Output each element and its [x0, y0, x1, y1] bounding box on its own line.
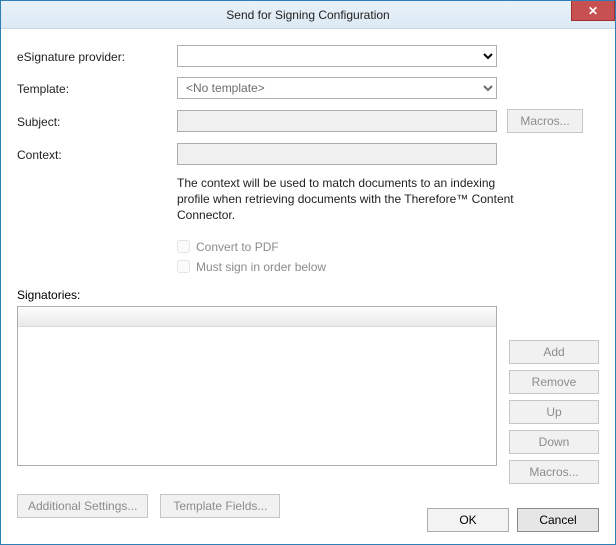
- dialog-content: eSignature provider: Template: <No templ…: [1, 29, 615, 528]
- template-fields-button[interactable]: Template Fields...: [160, 494, 280, 518]
- additional-settings-button[interactable]: Additional Settings...: [17, 494, 148, 518]
- ok-button[interactable]: OK: [427, 508, 509, 532]
- must-sign-order-label: Must sign in order below: [196, 260, 326, 274]
- remove-button[interactable]: Remove: [509, 370, 599, 394]
- signatories-listbox[interactable]: [17, 306, 497, 466]
- must-sign-order-checkbox[interactable]: [177, 260, 190, 273]
- signatories-list-header: [18, 307, 496, 327]
- cancel-button[interactable]: Cancel: [517, 508, 599, 532]
- up-button[interactable]: Up: [509, 400, 599, 424]
- convert-pdf-checkbox[interactable]: [177, 240, 190, 253]
- dialog-window: Send for Signing Configuration ✕ eSignat…: [0, 0, 616, 545]
- macros-subject-button[interactable]: Macros...: [507, 109, 583, 133]
- macros-signatories-button[interactable]: Macros...: [509, 460, 599, 484]
- context-input[interactable]: [177, 143, 497, 165]
- subject-input[interactable]: [177, 110, 497, 132]
- subject-label: Subject:: [17, 113, 177, 129]
- convert-pdf-label: Convert to PDF: [196, 240, 279, 254]
- down-button[interactable]: Down: [509, 430, 599, 454]
- add-button[interactable]: Add: [509, 340, 599, 364]
- window-title: Send for Signing Configuration: [226, 8, 389, 22]
- close-button[interactable]: ✕: [571, 1, 615, 21]
- provider-label: eSignature provider:: [17, 48, 177, 64]
- provider-select[interactable]: [177, 45, 497, 67]
- context-help-text: The context will be used to match docume…: [177, 175, 517, 224]
- template-label: Template:: [17, 80, 177, 96]
- signatories-label: Signatories:: [17, 288, 599, 302]
- template-select[interactable]: <No template>: [177, 77, 497, 99]
- titlebar: Send for Signing Configuration ✕: [1, 1, 615, 29]
- close-icon: ✕: [588, 5, 598, 17]
- context-label: Context:: [17, 146, 177, 162]
